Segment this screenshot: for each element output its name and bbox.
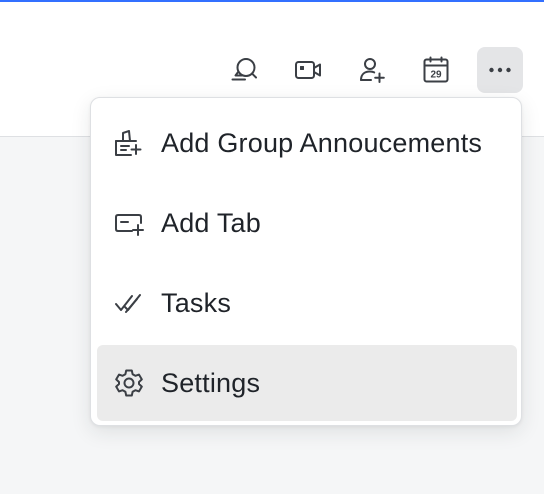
calendar-button[interactable]: 29 xyxy=(413,47,459,93)
calendar-icon: 29 xyxy=(423,56,449,83)
menu-item-settings[interactable]: Settings xyxy=(97,345,517,421)
gear-icon xyxy=(115,369,143,397)
announcement-icon xyxy=(115,130,142,156)
menu-item-add-tab[interactable]: Add Tab xyxy=(97,185,517,261)
search-chat-button[interactable] xyxy=(221,47,267,93)
more-options-menu: Add Group Annoucements Add Tab Tasks Set… xyxy=(90,97,522,426)
menu-item-label: Add Group Annoucements xyxy=(161,127,483,158)
menu-item-label: Settings xyxy=(161,367,261,398)
menu-item-add-group-announcements[interactable]: Add Group Annoucements xyxy=(97,105,517,181)
search-message-icon xyxy=(231,58,257,81)
tasks-check-icon xyxy=(115,294,141,313)
add-user-icon xyxy=(360,58,385,83)
add-member-button[interactable] xyxy=(349,47,395,93)
more-dots-icon xyxy=(489,67,511,73)
more-options-button[interactable] xyxy=(477,47,523,93)
menu-item-label: Tasks xyxy=(161,287,232,318)
menu-item-tasks[interactable]: Tasks xyxy=(97,265,517,341)
video-camera-icon xyxy=(295,61,321,79)
calendar-day-number: 29 xyxy=(430,70,442,81)
menu-item-label: Add Tab xyxy=(161,207,261,238)
add-tab-icon xyxy=(115,214,144,236)
video-call-button[interactable] xyxy=(285,47,331,93)
